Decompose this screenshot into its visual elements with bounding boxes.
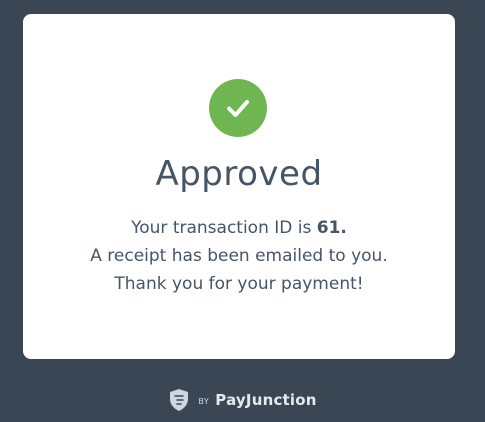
powered-by-footer: BY PayJunction [0,388,485,412]
checkmark-icon [209,79,267,137]
confirmation-message: Your transaction ID is 61. A receipt has… [23,214,455,298]
transaction-prefix: Your transaction ID is [131,218,317,238]
receipt-line: A receipt has been emailed to you. [90,246,388,266]
status-title: Approved [155,154,323,194]
transaction-line: Your transaction ID is 61. [23,214,455,242]
brand-name: PayJunction [215,391,317,409]
transaction-id: 61. [316,218,347,238]
by-label: BY [198,396,210,406]
payjunction-shield-icon [170,389,189,411]
thanks-line: Thank you for your payment! [114,274,364,294]
approval-card: Approved Your transaction ID is 61. A re… [23,14,455,359]
